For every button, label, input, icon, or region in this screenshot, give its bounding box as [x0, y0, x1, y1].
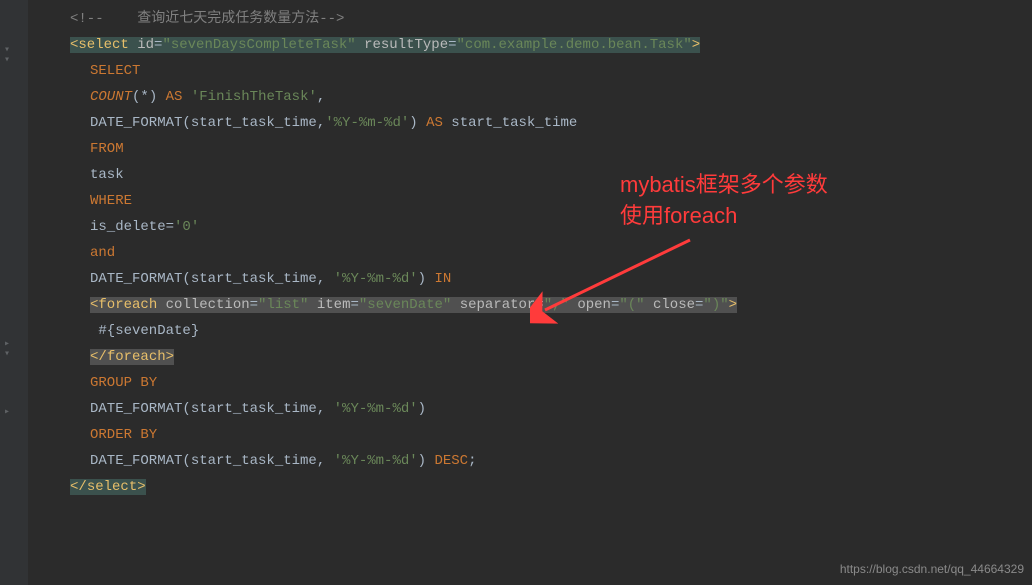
- fold-icon[interactable]: ▾: [4, 346, 18, 360]
- fold-icon[interactable]: ▸: [4, 404, 18, 418]
- code-line: </foreach>: [30, 344, 1032, 370]
- annotation-text: mybatis框架多个参数 使用foreach: [620, 170, 828, 232]
- code-line: COUNT(*) AS 'FinishTheTask',: [30, 84, 1032, 110]
- code-line: FROM: [30, 136, 1032, 162]
- editor-gutter: ▾ ▾ ▸ ▾ ▸: [0, 0, 28, 585]
- code-line: SELECT: [30, 58, 1032, 84]
- code-line: DATE_FORMAT(start_task_time, '%Y-%m-%d')…: [30, 448, 1032, 474]
- code-line: #{sevenDate}: [30, 318, 1032, 344]
- code-line: ORDER BY: [30, 422, 1032, 448]
- annotation-line: 使用foreach: [620, 201, 828, 232]
- comment-text: 查询近七天完成任务数量方法: [104, 11, 320, 27]
- code-line: and: [30, 240, 1032, 266]
- code-line: <select id="sevenDaysCompleteTask" resul…: [30, 32, 1032, 58]
- fold-icon[interactable]: ▾: [4, 52, 18, 66]
- comment-close: -->: [319, 11, 344, 27]
- code-line: task: [30, 162, 1032, 188]
- code-line: DATE_FORMAT(start_task_time, '%Y-%m-%d')…: [30, 266, 1032, 292]
- comment-open: <!--: [70, 11, 104, 27]
- code-line: </select>: [30, 474, 1032, 500]
- code-line: <foreach collection="list" item="sevenDa…: [30, 292, 1032, 318]
- code-line: is_delete='0': [30, 214, 1032, 240]
- code-line: DATE_FORMAT(start_task_time,'%Y-%m-%d') …: [30, 110, 1032, 136]
- annotation-line: mybatis框架多个参数: [620, 170, 828, 201]
- code-line: <!-- 查询近七天完成任务数量方法-->: [30, 6, 1032, 32]
- watermark: https://blog.csdn.net/qq_44664329: [840, 559, 1024, 581]
- code-line: WHERE: [30, 188, 1032, 214]
- code-line: DATE_FORMAT(start_task_time, '%Y-%m-%d'): [30, 396, 1032, 422]
- code-line: GROUP BY: [30, 370, 1032, 396]
- code-editor[interactable]: <!-- 查询近七天完成任务数量方法--> <select id="sevenD…: [30, 0, 1032, 506]
